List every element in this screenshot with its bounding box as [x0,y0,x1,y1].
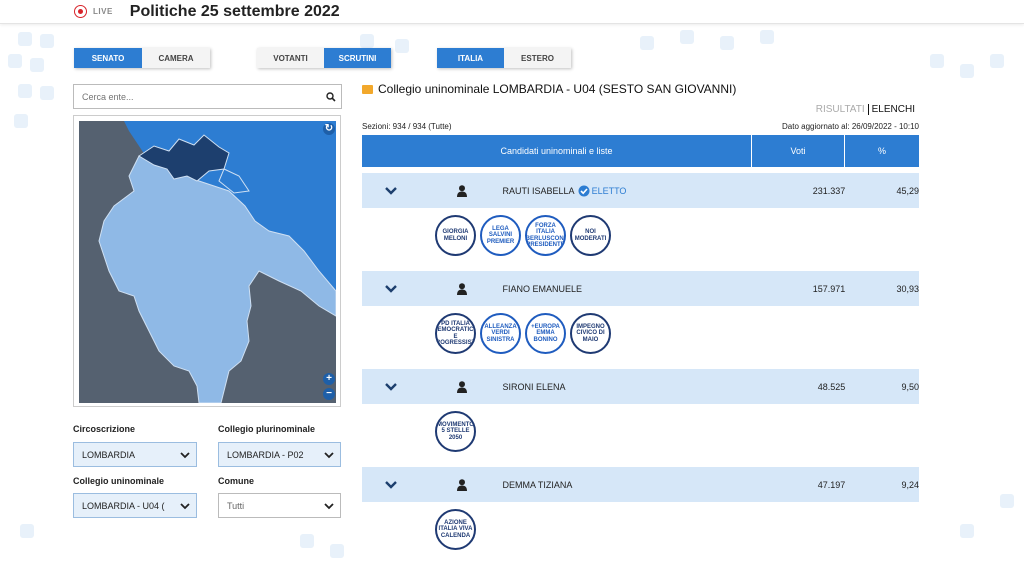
uninominale-label: Collegio uninominale [73,476,165,486]
party-logo: MOVIMENTO 5 STELLE 2050 [435,411,476,452]
plurinominale-select[interactable]: LOMBARDIA - P02 [218,442,341,467]
table-header: Candidati uninominali e liste Voti % [362,135,919,167]
circoscrizione-select[interactable]: LOMBARDIA [73,442,197,467]
view-tabs: RISULTATI ELENCHI [813,104,918,115]
area-toggle: ITALIA ESTERO [437,48,571,68]
candidate-row[interactable]: DEMMA TIZIANA 47.197 9,24 [362,467,919,502]
candidate-votes: 48.525 [817,381,846,392]
elected-badge: ELETTO [578,185,627,197]
candidate-row[interactable]: RAUTI ISABELLA ELETTO 231.337 45,29 [362,173,919,208]
circoscrizione-label: Circoscrizione [73,424,136,434]
candidate-votes: 47.197 [817,479,846,490]
italia-button[interactable]: ITALIA [437,48,504,68]
mode-toggle: VOTANTI SCRUTINI [257,48,391,68]
zoom-out-icon[interactable]: − [323,388,335,400]
search-box [73,84,342,109]
party-logo: GIORGIA MELONI [435,215,476,256]
candidate-pct: 30,93 [896,283,920,294]
estero-button[interactable]: ESTERO [504,48,571,68]
person-icon [427,282,497,295]
chevron-down-icon[interactable] [362,480,420,490]
collegio-title: Collegio uninominale LOMBARDIA - U04 (SE… [362,82,736,96]
col-pct: % [877,146,886,156]
senato-button[interactable]: SENATO [74,48,142,68]
results-panel: Collegio uninominale LOMBARDIA - U04 (SE… [362,80,922,563]
comune-label: Comune [218,476,254,486]
constituency-map[interactable] [79,121,336,403]
list-logos: GIORGIA MELONI LEGA SALVINI PREMIER FORZA … [435,215,611,256]
list-logos: AZIONE ITALIA VIVA CALENDA [435,509,476,550]
search-icon[interactable] [321,91,341,102]
party-logo: LEGA SALVINI PREMIER [480,215,521,256]
chevron-down-icon [180,503,190,510]
circoscrizione-value: LOMBARDIA [82,449,136,460]
candidate-name-text: SIRONI ELENA [502,381,566,392]
candidate-row[interactable]: SIRONI ELENA 48.525 9,50 [362,369,919,404]
chevron-down-icon[interactable] [362,284,420,294]
party-logo: PD ITALIA DEMOCRATICA E PROGRESSISTA [435,313,476,354]
scrutini-button[interactable]: SCRUTINI [324,48,391,68]
refresh-icon[interactable]: ↻ [323,123,335,135]
top-bar: LIVE Politiche 25 settembre 2022 [0,0,1024,24]
chamber-toggle: SENATO CAMERA [74,48,210,68]
chevron-down-icon [180,452,190,459]
col-votes: Voti [752,135,845,167]
map-panel: ↻ + − [73,115,341,407]
candidate-name-text: DEMMA TIZIANA [502,479,573,490]
candidate-row[interactable]: FIANO EMANUELE 157.971 30,93 [362,271,919,306]
list-logos: PD ITALIA DEMOCRATICA E PROGRESSISTAALLE… [435,313,611,354]
plurinominale-label: Collegio plurinominale [218,424,316,434]
candidate-name: FIANO EMANUELE [503,284,772,294]
candidate-name: SIRONI ELENA [503,382,772,392]
party-logo: +EUROPA EMMA BONINO [525,313,566,354]
verified-icon [578,185,590,196]
chevron-down-icon [324,503,334,510]
tab-elenchi[interactable]: ELENCHI [867,104,918,115]
live-label: LIVE [93,7,113,16]
update-time: Dato aggiornato al: 26/09/2022 - 10:10 [782,122,919,131]
party-logo: ALLEANZA VERDI SINISTRA [480,313,521,354]
elected-label: ELETTO [591,185,627,196]
candidate-votes: 157.971 [812,283,846,294]
folder-icon [362,84,373,94]
comune-value: Tutti [227,500,245,511]
party-logo: NOI MODERATI [570,215,611,256]
camera-button[interactable]: CAMERA [142,48,210,68]
list-logos: MOVIMENTO 5 STELLE 2050 [435,411,476,452]
plurinominale-value: LOMBARDIA - P02 [227,449,304,460]
candidate-name: RAUTI ISABELLA ELETTO [503,185,772,197]
candidate-votes: 231.337 [812,185,846,196]
candidate-name: DEMMA TIZIANA [503,480,772,490]
party-logo: AZIONE ITALIA VIVA CALENDA [435,509,476,550]
candidate-pct: 45,29 [896,185,920,196]
search-input[interactable] [74,91,321,102]
collegio-title-text: Collegio uninominale LOMBARDIA - U04 (SE… [378,82,737,96]
col-candidates: Candidati uninominali e liste [362,135,752,167]
party-logo: IMPEGNO CIVICO DI MAIO [570,313,611,354]
votanti-button[interactable]: VOTANTI [257,48,324,68]
person-icon [427,478,497,491]
chevron-down-icon [324,452,334,459]
tab-risultati[interactable]: RISULTATI [813,104,868,115]
party-logo: FORZA ITALIA BERLUSCONI PRESIDENTE [525,215,566,256]
candidate-pct: 9,24 [901,479,920,490]
chevron-down-icon[interactable] [362,382,420,392]
sezioni-count: Sezioni: 934 / 934 (Tutte) [362,122,452,131]
candidate-pct: 9,50 [901,381,920,392]
uninominale-select[interactable]: LOMBARDIA - U04 ( [73,493,197,518]
zoom-in-icon[interactable]: + [323,373,335,385]
live-icon [74,5,87,18]
page-title: Politiche 25 settembre 2022 [129,2,340,20]
uninominale-value: LOMBARDIA - U04 ( [82,500,165,511]
candidate-name-text: FIANO EMANUELE [502,283,583,294]
chevron-down-icon[interactable] [362,186,420,196]
comune-select[interactable]: Tutti [218,493,341,518]
person-icon [427,380,497,393]
person-icon [427,184,497,197]
candidate-name-text: RAUTI ISABELLA [502,185,575,196]
